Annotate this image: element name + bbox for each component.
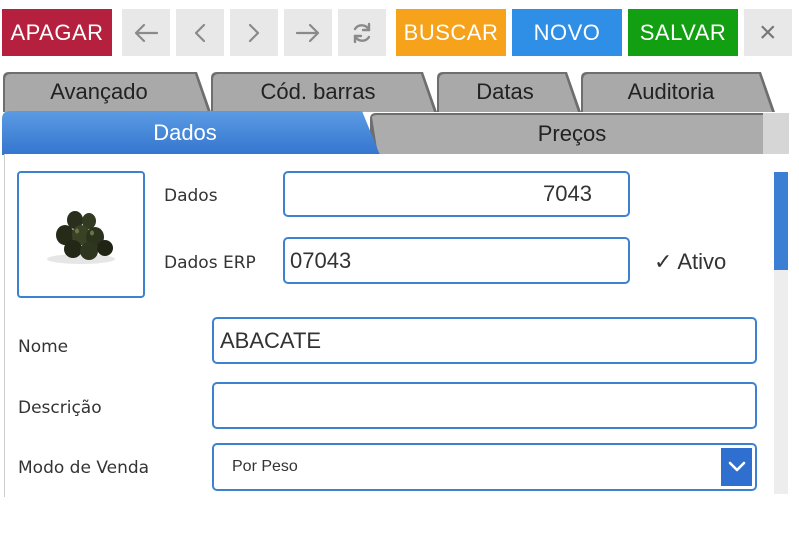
code-field[interactable]: 7043 <box>283 171 630 217</box>
previous-record-button[interactable] <box>176 9 224 56</box>
toolbar: APAGAR BUSCAR NOVO SALVAR × <box>0 0 799 66</box>
active-checkbox[interactable]: ✓ Ativo <box>654 249 726 275</box>
erp-label: Dados ERP <box>164 253 256 273</box>
tab-label: Preços <box>537 121 607 146</box>
next-record-button[interactable] <box>230 9 278 56</box>
scrollbar-thumb[interactable] <box>774 172 788 270</box>
code-value: 7043 <box>543 181 592 206</box>
tab-avancado[interactable]: Avançado <box>3 72 211 112</box>
tab-codigo-barras[interactable]: Cód. barras <box>211 72 437 112</box>
arrow-left-icon <box>134 23 159 42</box>
erp-field[interactable]: 07043 <box>283 237 630 284</box>
description-label: Descrição <box>18 398 102 418</box>
close-button[interactable]: × <box>744 9 792 56</box>
tab-label: Cód. barras <box>260 79 376 104</box>
description-field[interactable] <box>212 382 757 429</box>
arrow-right-icon <box>295 23 320 42</box>
tab-auditoria[interactable]: Auditoria <box>581 72 775 112</box>
tab-datas[interactable]: Datas <box>437 72 581 112</box>
last-record-button[interactable] <box>284 9 332 56</box>
avocado-image <box>47 211 115 264</box>
delete-button[interactable]: APAGAR <box>2 9 112 56</box>
tab-label: Datas <box>476 79 534 104</box>
code-label: Dados <box>164 186 218 206</box>
sale-mode-label: Modo de Venda <box>18 458 150 478</box>
tab-dados[interactable]: Dados <box>2 111 380 155</box>
sale-mode-select[interactable]: Por Peso <box>212 443 757 491</box>
chevron-down-icon <box>728 461 745 472</box>
save-button[interactable]: SALVAR <box>628 9 738 56</box>
name-value: ABACATE <box>220 327 322 353</box>
new-button[interactable]: NOVO <box>512 9 622 56</box>
tab-label: Auditoria <box>627 79 715 104</box>
chevron-right-icon <box>248 23 260 42</box>
first-record-button[interactable] <box>122 9 170 56</box>
search-button[interactable]: BUSCAR <box>396 9 506 56</box>
dropdown-button[interactable] <box>721 448 752 486</box>
chevron-left-icon <box>194 23 206 42</box>
refresh-button[interactable] <box>338 9 386 56</box>
sale-mode-value: Por Peso <box>232 458 298 475</box>
product-image[interactable] <box>17 171 145 298</box>
close-icon: × <box>758 15 778 49</box>
tab-label: Avançado <box>50 79 148 104</box>
name-field[interactable]: ABACATE <box>212 317 757 364</box>
name-label: Nome <box>18 337 69 357</box>
tab-precos[interactable]: Preços <box>370 113 789 155</box>
tab-label: Dados <box>153 120 217 145</box>
refresh-icon <box>353 22 371 43</box>
erp-value: 07043 <box>290 247 352 273</box>
